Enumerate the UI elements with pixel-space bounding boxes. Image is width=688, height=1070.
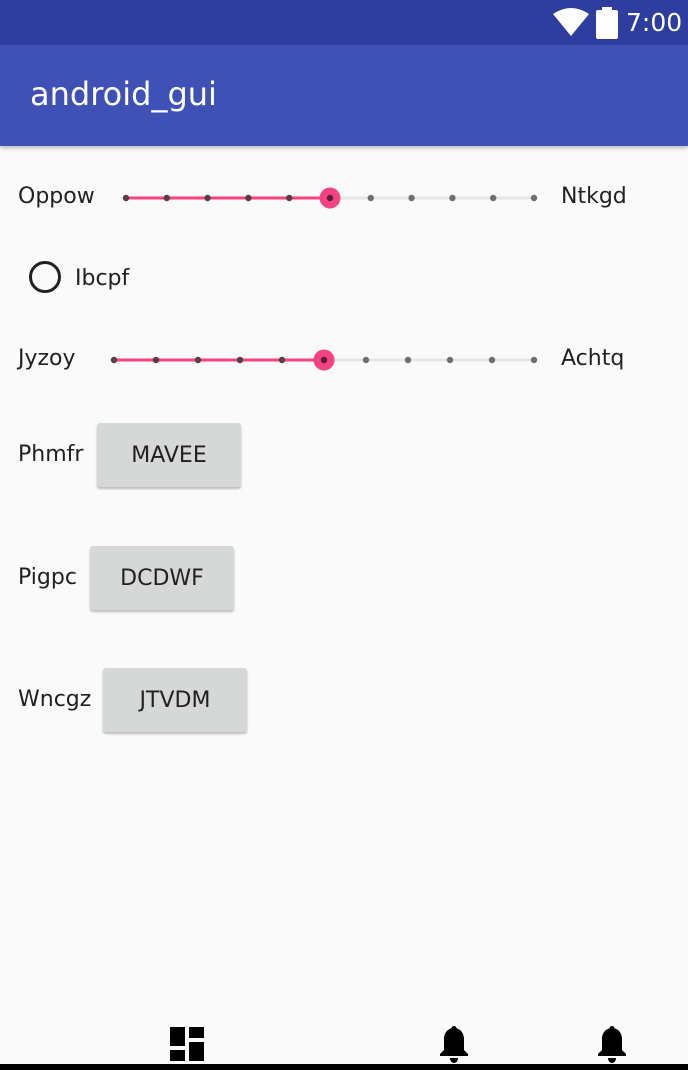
slider-1-tick <box>163 194 170 202</box>
slider-2[interactable] <box>100 340 548 380</box>
slider-1-tick <box>530 194 538 202</box>
slider-2-tick <box>236 356 244 364</box>
slider-1-tick <box>122 194 130 202</box>
slider-2-tick <box>446 356 454 364</box>
slider-1-right-label: Ntkgd <box>561 184 627 209</box>
slider-2-tick <box>530 356 538 364</box>
battery-icon <box>596 7 618 39</box>
radio-label: Ibcpf <box>75 266 130 291</box>
app-bar: android_gui <box>0 45 688 146</box>
slider-2-tick <box>278 356 286 364</box>
bottom-border <box>0 1064 688 1070</box>
slider-1-tick <box>204 194 211 202</box>
slider-1-tick <box>449 194 456 202</box>
radio-circle[interactable] <box>29 261 61 293</box>
row-1-label: Phmfr <box>18 442 84 467</box>
slider-2-left-label: Jyzoy <box>18 346 76 371</box>
wifi-icon <box>553 8 589 36</box>
notifications-icon[interactable] <box>596 1026 628 1064</box>
mavee-button[interactable]: MAVEE <box>97 423 241 487</box>
dashboard-icon[interactable] <box>170 1027 204 1061</box>
slider-1-tick <box>408 194 415 202</box>
slider-1-tick <box>367 194 374 202</box>
app-title: android_gui <box>30 75 217 113</box>
slider-1-tick <box>490 194 497 202</box>
slider-1-left-label: Oppow <box>18 184 95 209</box>
slider-2-tick <box>404 356 412 364</box>
slider-1-tick <box>245 194 252 202</box>
slider-2-thumb-dot <box>320 356 328 364</box>
jtvdm-button[interactable]: JTVDM <box>103 668 247 732</box>
slider-2-right-label: Achtq <box>561 346 625 371</box>
slider-1-tick <box>286 194 293 202</box>
slider-2-tick <box>152 356 160 364</box>
notifications-icon[interactable] <box>438 1026 470 1064</box>
row-3-label: Wncgz <box>18 687 92 712</box>
slider-2-tick <box>488 356 496 364</box>
row-2-label: Pigpc <box>18 565 77 590</box>
slider-2-tick <box>194 356 202 364</box>
dcdwf-button[interactable]: DCDWF <box>90 546 234 610</box>
slider-2-tick <box>110 356 118 364</box>
slider-1-thumb-dot <box>326 194 334 202</box>
slider-2-tick <box>362 356 370 364</box>
status-bar: 7:00 <box>0 0 688 45</box>
slider-1[interactable] <box>112 178 548 218</box>
status-time: 7:00 <box>626 8 683 37</box>
